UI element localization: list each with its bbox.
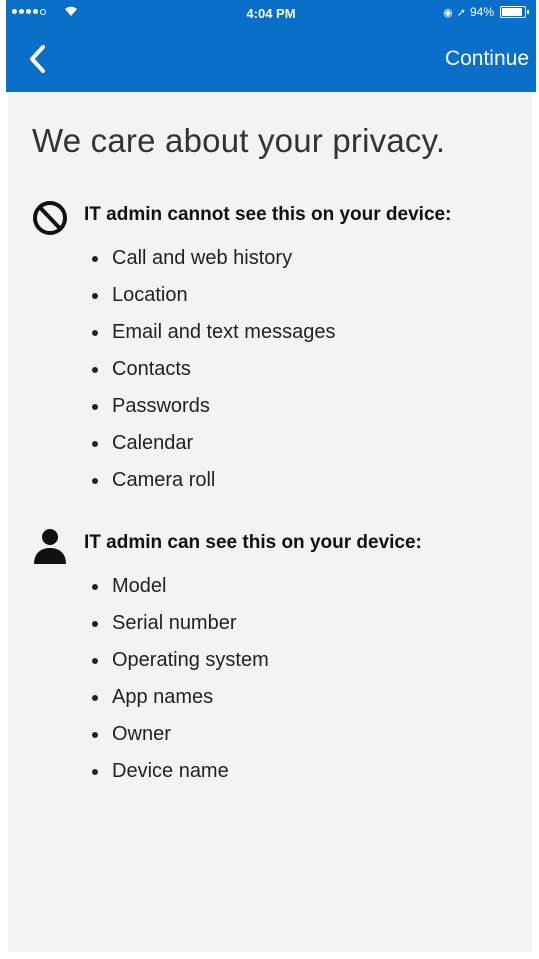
list-item: Model: [90, 574, 269, 611]
list-item: Location: [90, 283, 335, 320]
list-item: Contacts: [90, 357, 335, 394]
battery-percent: 94%: [469, 5, 494, 19]
chevron-left-icon: [30, 45, 45, 73]
list-item: Serial number: [90, 611, 269, 648]
list-item: Email and text messages: [90, 320, 335, 357]
list-item: App names: [90, 685, 269, 722]
list-item: Owner: [90, 722, 269, 759]
can-see-section: IT admin can see this on your device: Mo…: [30, 526, 530, 782]
location-arrow-icon: ➚: [456, 6, 466, 19]
back-button[interactable]: [24, 42, 54, 76]
navigation-bar: Continue: [6, 28, 536, 92]
privacy-content: We care about your privacy. IT admin can…: [8, 92, 532, 952]
list-item: Passwords: [90, 394, 335, 431]
list-item: Camera roll: [90, 468, 335, 505]
status-bar: 4:04 PM ◉ ➚ 94%: [6, 0, 536, 28]
cannot-see-header: IT admin cannot see this on your device:: [30, 198, 530, 235]
battery-icon: [500, 6, 529, 18]
cannot-see-heading: IT admin cannot see this on your device:: [84, 204, 452, 225]
cannot-see-list: Call and web history Location Email and …: [90, 246, 335, 505]
page-title: We care about your privacy.: [32, 122, 446, 159]
list-item: Calendar: [90, 431, 335, 468]
can-see-heading: IT admin can see this on your device:: [84, 532, 422, 553]
continue-button[interactable]: Continue: [445, 47, 529, 71]
can-see-header: IT admin can see this on your device:: [30, 526, 530, 564]
prohibited-icon: [33, 201, 67, 235]
status-indicators: ◉ ➚ 94%: [443, 5, 529, 19]
orientation-lock-icon: ◉: [443, 6, 453, 19]
cannot-see-section: IT admin cannot see this on your device:…: [30, 198, 530, 491]
header-bar: 4:04 PM ◉ ➚ 94% Continue: [6, 0, 536, 92]
screen: 4:04 PM ◉ ➚ 94% Continue We care about y…: [0, 0, 539, 959]
person-icon: [34, 529, 66, 564]
list-item: Operating system: [90, 648, 269, 685]
list-item: Device name: [90, 759, 269, 796]
can-see-list: Model Serial number Operating system App…: [90, 574, 269, 796]
list-item: Call and web history: [90, 246, 335, 283]
